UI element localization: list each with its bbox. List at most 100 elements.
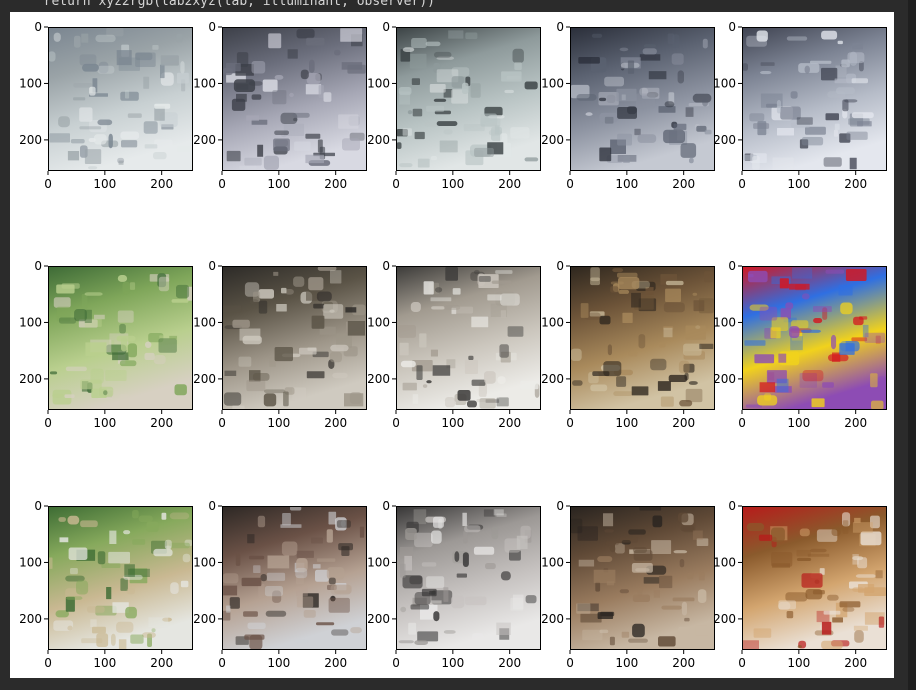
y-tick-label: 200 <box>367 133 390 147</box>
image-texture <box>421 562 437 567</box>
image-texture <box>295 567 308 579</box>
image-texture <box>778 601 791 610</box>
x-tick-label: 100 <box>615 416 638 430</box>
x-tick-label: 200 <box>150 416 173 430</box>
image-texture <box>176 33 183 43</box>
image-texture <box>495 270 513 274</box>
image-texture <box>810 548 827 553</box>
image-texture <box>340 28 363 42</box>
subplot-r3-c1: 0 100 200 0 100 200 <box>19 499 193 670</box>
image-texture <box>683 343 702 356</box>
image-texture <box>306 37 325 46</box>
image-texture <box>786 36 808 41</box>
image-texture <box>405 528 417 540</box>
y-tick-label: 200 <box>367 612 390 626</box>
image-texture <box>672 597 695 602</box>
y-tick-label: 100 <box>19 555 42 569</box>
image-texture <box>822 382 834 388</box>
subplot-r1-c1: 0 100 200 0 100 200 <box>19 20 193 191</box>
y-tick-label: 100 <box>367 555 390 569</box>
image-texture <box>878 376 886 381</box>
y-tick-label: 0 <box>208 259 216 273</box>
image-texture <box>605 541 619 546</box>
image-texture <box>426 576 445 588</box>
image-texture <box>116 50 132 66</box>
image-texture <box>74 35 81 48</box>
image-texture <box>695 625 710 636</box>
image-texture <box>425 41 441 47</box>
image-texture <box>474 269 480 275</box>
image-texture <box>760 62 775 66</box>
image-texture <box>467 400 477 408</box>
image-texture <box>56 284 75 294</box>
image-texture <box>331 629 349 636</box>
image-texture <box>851 78 868 84</box>
image-texture <box>609 636 615 646</box>
image-texture <box>274 347 293 362</box>
image-texture <box>485 393 500 398</box>
image-texture <box>293 117 298 122</box>
x-tick-label: 0 <box>738 416 746 430</box>
image-texture <box>152 45 159 50</box>
image-texture <box>854 517 861 523</box>
image-texture <box>143 121 158 134</box>
y-tick-label: 200 <box>19 133 42 147</box>
image-texture <box>799 528 810 537</box>
image-texture <box>251 61 266 74</box>
image-texture <box>272 90 287 105</box>
image-texture <box>619 47 629 52</box>
image-texture <box>604 76 624 87</box>
image-texture <box>402 382 417 391</box>
image-texture <box>262 79 278 92</box>
image-texture <box>247 622 266 629</box>
image-texture <box>124 564 135 577</box>
image-texture <box>70 568 78 575</box>
image-texture <box>616 376 627 387</box>
subplot-image-lightness-channel: 0 100 200 0 100 200 <box>19 20 193 191</box>
image-texture <box>88 166 98 170</box>
image-texture <box>87 606 105 613</box>
image-texture <box>329 351 342 363</box>
image-texture <box>673 550 688 554</box>
image-fill <box>396 27 541 171</box>
image-texture <box>619 537 638 543</box>
image-texture <box>82 63 99 72</box>
y-tick-label: 100 <box>193 315 216 329</box>
image-texture <box>338 114 359 129</box>
image-texture <box>638 334 646 349</box>
image-texture <box>129 282 136 290</box>
image-texture <box>316 558 336 562</box>
image-texture <box>274 75 284 80</box>
image-texture <box>606 581 615 586</box>
image-texture <box>241 577 262 587</box>
image-texture <box>108 551 130 564</box>
image-texture <box>243 611 258 617</box>
image-texture <box>493 509 504 516</box>
image-texture <box>106 587 112 600</box>
image-texture <box>53 32 61 42</box>
image-texture <box>416 365 423 380</box>
image-texture <box>235 553 241 566</box>
y-tick-label: 200 <box>19 372 42 386</box>
image-texture <box>837 40 843 45</box>
image-texture <box>465 596 487 606</box>
image-texture <box>753 123 770 129</box>
x-tick-label: 100 <box>615 177 638 191</box>
image-texture <box>411 78 420 85</box>
image-texture <box>436 121 458 126</box>
image-texture <box>402 128 412 136</box>
x-tick-label: 0 <box>218 416 226 430</box>
image-texture <box>759 382 776 393</box>
image-texture <box>685 107 694 117</box>
x-tick-label: 100 <box>93 416 116 430</box>
image-texture <box>223 585 238 596</box>
image-texture <box>292 112 310 118</box>
scrollbar[interactable] <box>908 0 916 690</box>
image-texture <box>771 552 793 567</box>
image-texture <box>49 371 58 375</box>
y-tick-label: 0 <box>34 20 42 34</box>
image-texture <box>576 94 597 101</box>
subplot-r2-c1: 0 100 200 0 100 200 <box>19 259 193 430</box>
subplot-r2-c4: 0 100 200 0 100 200 <box>541 259 715 430</box>
image-texture <box>752 156 760 170</box>
